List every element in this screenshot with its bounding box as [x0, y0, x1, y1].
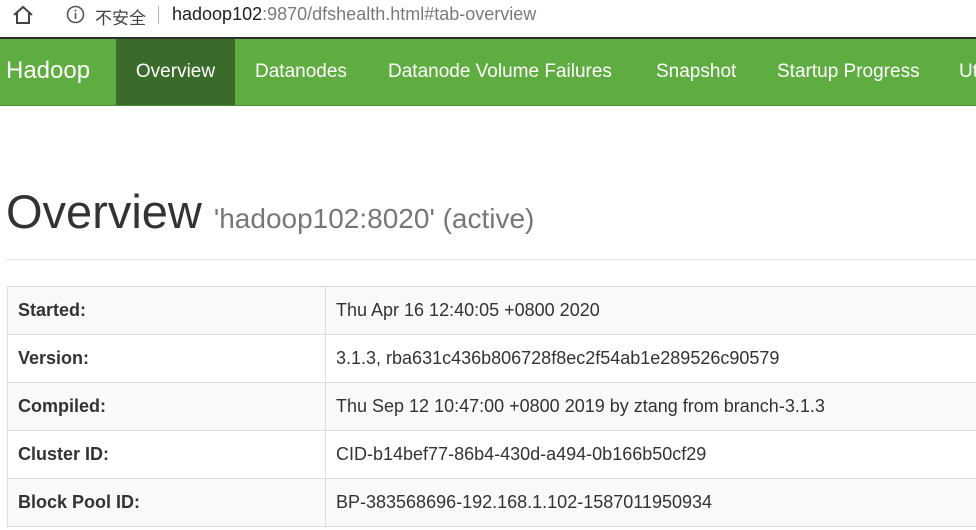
url-field[interactable]: hadoop102:9870/dfshealth.html#tab-overvi…	[172, 4, 536, 25]
table-row: Block Pool ID: BP-383568696-192.168.1.10…	[7, 478, 976, 527]
browser-address-bar: 不安全 hadoop102:9870/dfshealth.html#tab-ov…	[0, 0, 976, 30]
row-key: Version:	[7, 334, 326, 383]
row-key: Cluster ID:	[7, 430, 326, 479]
table-row: Version: 3.1.3, rba631c436b806728f8ec2f5…	[7, 334, 976, 383]
table-row: Started: Thu Apr 16 12:40:05 +0800 2020	[7, 286, 976, 335]
info-icon[interactable]	[66, 5, 85, 24]
tab-datanode-volume-failures[interactable]: Datanode Volume Failures	[388, 39, 612, 105]
page-title-text: Overview	[6, 185, 202, 238]
brand-logo[interactable]: Hadoop	[6, 57, 90, 85]
tab-utilities[interactable]: Ut	[959, 39, 976, 105]
navbar-bottom-border	[0, 105, 976, 106]
tab-startup-progress[interactable]: Startup Progress	[777, 39, 920, 105]
page-title: Overview 'hadoop102:8020' (active)	[6, 184, 534, 239]
home-icon[interactable]	[12, 4, 34, 26]
url-host: hadoop102	[172, 4, 263, 24]
row-value: 3.1.3, rba631c436b806728f8ec2f54ab1e2895…	[325, 334, 976, 383]
address-separator	[158, 6, 159, 24]
row-value: CID-b14bef77-86b4-430d-a494-0b166b50cf29	[325, 430, 976, 479]
title-divider	[6, 259, 976, 260]
table-row: Compiled: Thu Sep 12 10:47:00 +0800 2019…	[7, 382, 976, 431]
tab-snapshot[interactable]: Snapshot	[656, 39, 736, 105]
row-value: Thu Apr 16 12:40:05 +0800 2020	[325, 286, 976, 335]
tab-datanodes[interactable]: Datanodes	[255, 39, 347, 105]
row-key: Compiled:	[7, 382, 326, 431]
row-value: Thu Sep 12 10:47:00 +0800 2019 by ztang …	[325, 382, 976, 431]
tab-overview[interactable]: Overview	[116, 39, 235, 105]
overview-table: Started: Thu Apr 16 12:40:05 +0800 2020 …	[7, 286, 976, 527]
url-path: :9870/dfshealth.html#tab-overview	[262, 4, 537, 24]
row-key: Started:	[7, 286, 326, 335]
page-subtitle: 'hadoop102:8020' (active)	[213, 203, 535, 234]
table-row: Cluster ID: CID-b14bef77-86b4-430d-a494-…	[7, 430, 976, 479]
row-value: BP-383568696-192.168.1.102-1587011950934	[325, 478, 976, 527]
navbar: Hadoop Overview Datanodes Datanode Volum…	[0, 39, 976, 105]
row-key: Block Pool ID:	[7, 478, 326, 527]
not-secure-label[interactable]: 不安全	[95, 4, 146, 29]
